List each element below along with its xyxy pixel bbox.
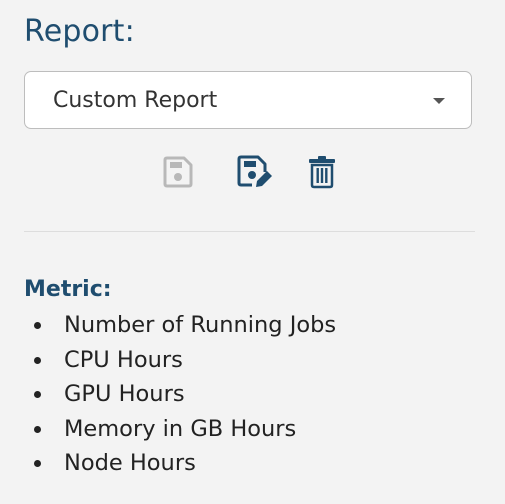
metric-item: Number of Running Jobs [24, 308, 336, 343]
floppy-disk-icon [163, 156, 193, 187]
trash-can-icon [309, 155, 335, 188]
metric-item: GPU Hours [24, 377, 336, 412]
report-select-value: Custom Report [53, 88, 218, 113]
floppy-disk-pen-icon [237, 155, 272, 187]
metric-item: CPU Hours [24, 343, 336, 378]
save-as-report-button[interactable] [234, 150, 274, 190]
save-report-button[interactable] [158, 150, 198, 190]
report-panel: Report: Custom Report Metric: Number of … [0, 0, 505, 504]
chevron-down-icon [433, 98, 445, 104]
report-heading: Report: [24, 14, 135, 49]
report-toolbar [0, 150, 505, 190]
metric-list: Number of Running Jobs CPU Hours GPU Hou… [24, 308, 336, 481]
delete-report-button[interactable] [302, 150, 342, 190]
metric-heading: Metric: [24, 277, 112, 302]
report-select[interactable]: Custom Report [24, 71, 472, 129]
metric-item: Memory in GB Hours [24, 412, 336, 447]
section-divider [24, 231, 475, 232]
metric-item: Node Hours [24, 446, 336, 481]
